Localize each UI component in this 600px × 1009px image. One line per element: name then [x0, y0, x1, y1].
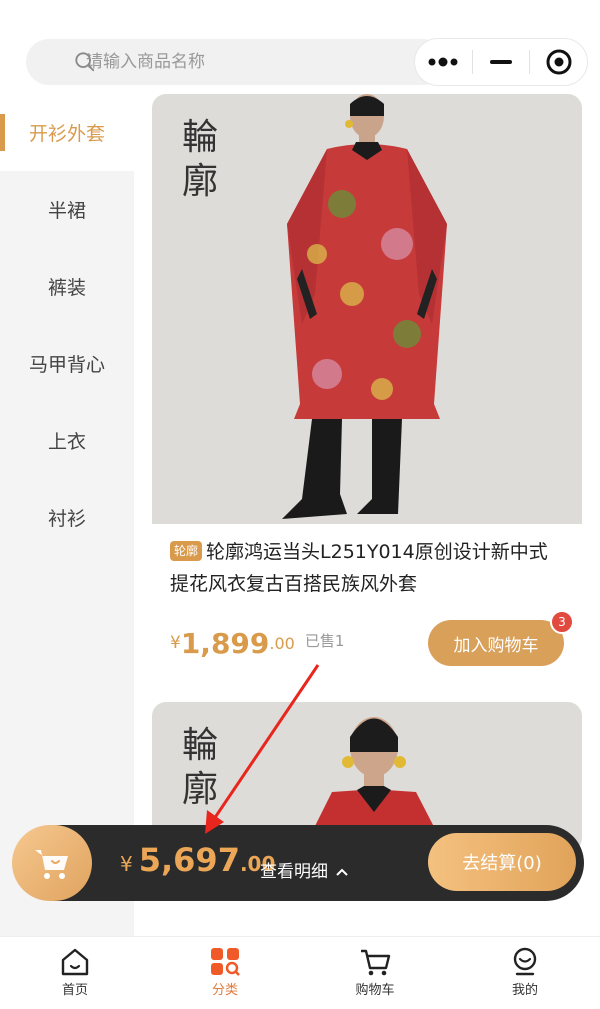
cart-summary-bar: ¥ 5,697 .00 查看明细 去结算(0) [12, 825, 584, 901]
product-title[interactable]: 轮廓 轮廓鸿运当头L251Y014原创设计新中式提花风衣复古百搭民族风外套 [170, 536, 564, 600]
view-details-label: 查看明细 [260, 862, 328, 882]
sidebar-item-pants[interactable]: 裤装 [0, 248, 134, 325]
tab-category[interactable]: 分类 [150, 937, 300, 1009]
sidebar-item-vest[interactable]: 马甲背心 [0, 325, 134, 402]
capsule-menu [414, 38, 588, 86]
cart-count-badge: 3 [550, 610, 574, 634]
minimize-button[interactable] [473, 39, 530, 85]
sidebar-item-skirt[interactable]: 半裙 [0, 171, 134, 248]
shopping-cart-icon [35, 850, 68, 879]
product-card[interactable]: 輪廓 [152, 94, 582, 684]
tab-label: 分类 [211, 983, 238, 998]
tab-profile[interactable]: 我的 [450, 937, 600, 1009]
home-icon [61, 948, 89, 976]
price-integer: 1,899 [180, 626, 270, 660]
cart-icon [361, 949, 391, 976]
view-details-link[interactable]: 查看明细 [260, 857, 349, 882]
product-image[interactable]: 輪廓 [152, 94, 582, 524]
sidebar-item-cardigan[interactable]: 开衫外套 [0, 94, 134, 171]
tab-label: 购物车 [355, 983, 395, 998]
sidebar-item-label: 半裙 [47, 200, 86, 222]
tab-label: 首页 [61, 983, 88, 998]
add-to-cart-button[interactable]: 加入购物车 3 [428, 610, 574, 666]
chevron-up-icon [336, 868, 349, 876]
model-figure-illustration [282, 94, 447, 519]
checkout-label: 去结算(0) [462, 853, 542, 874]
sidebar-item-label: 开衫外套 [28, 123, 105, 145]
page: 开衫外套 半裙 裤装 马甲背心 上衣 衬衫 輪廓 [0, 0, 600, 1009]
cart-total: ¥ 5,697 .00 [120, 841, 275, 879]
bottom-tab-bar: 首页 分类 购物车 我的 [0, 936, 600, 1009]
tab-home[interactable]: 首页 [0, 937, 150, 1009]
cart-total-integer: 5,697 [138, 841, 240, 879]
add-to-cart-label: 加入购物车 [453, 635, 539, 656]
tab-cart[interactable]: 购物车 [300, 937, 450, 1009]
sidebar-item-label: 上衣 [47, 431, 86, 453]
checkout-button[interactable]: 去结算(0) [428, 833, 576, 891]
search-input[interactable] [86, 52, 406, 72]
search-bar[interactable] [26, 39, 446, 85]
close-miniprogram-button[interactable] [530, 39, 587, 85]
product-list: 輪廓 轮廓 轮廓鸿运当头L251Y014原创设计新中式提花风衣复古百搭民族风外套… [152, 94, 582, 870]
tab-label: 我的 [511, 983, 538, 998]
sidebar-item-shirt[interactable]: 衬衫 [0, 479, 134, 556]
sidebar-item-top[interactable]: 上衣 [0, 402, 134, 479]
sidebar-item-label: 裤装 [47, 277, 86, 299]
category-sidebar: 开衫外套 半裙 裤装 马甲背心 上衣 衬衫 [0, 94, 134, 936]
cart-total-currency: ¥ [120, 852, 133, 876]
price-row: ¥ 1,899 .00 已售1 加入购物车 3 [170, 610, 574, 666]
target-close-icon [546, 49, 572, 75]
price-decimal: .00 [269, 633, 295, 653]
sidebar-item-label: 马甲背心 [28, 354, 105, 376]
profile-icon [513, 947, 537, 976]
product-title-text: 轮廓鸿运当头L251Y014原创设计新中式提花风衣复古百搭民族风外套 [170, 541, 548, 595]
sold-count: 已售1 [304, 631, 345, 650]
price-currency: ¥ [170, 633, 181, 653]
cart-button[interactable] [12, 825, 92, 901]
category-icon [211, 948, 240, 976]
brand-tag: 轮廓 [170, 541, 203, 561]
sidebar-item-label: 衬衫 [47, 508, 86, 530]
minimize-icon [490, 60, 512, 64]
product-info: 轮廓 轮廓鸿运当头L251Y014原创设计新中式提花风衣复古百搭民族风外套 ¥ 1… [152, 524, 582, 684]
search-icon [75, 52, 95, 72]
more-dots-icon [428, 57, 458, 67]
more-button[interactable] [415, 39, 472, 85]
